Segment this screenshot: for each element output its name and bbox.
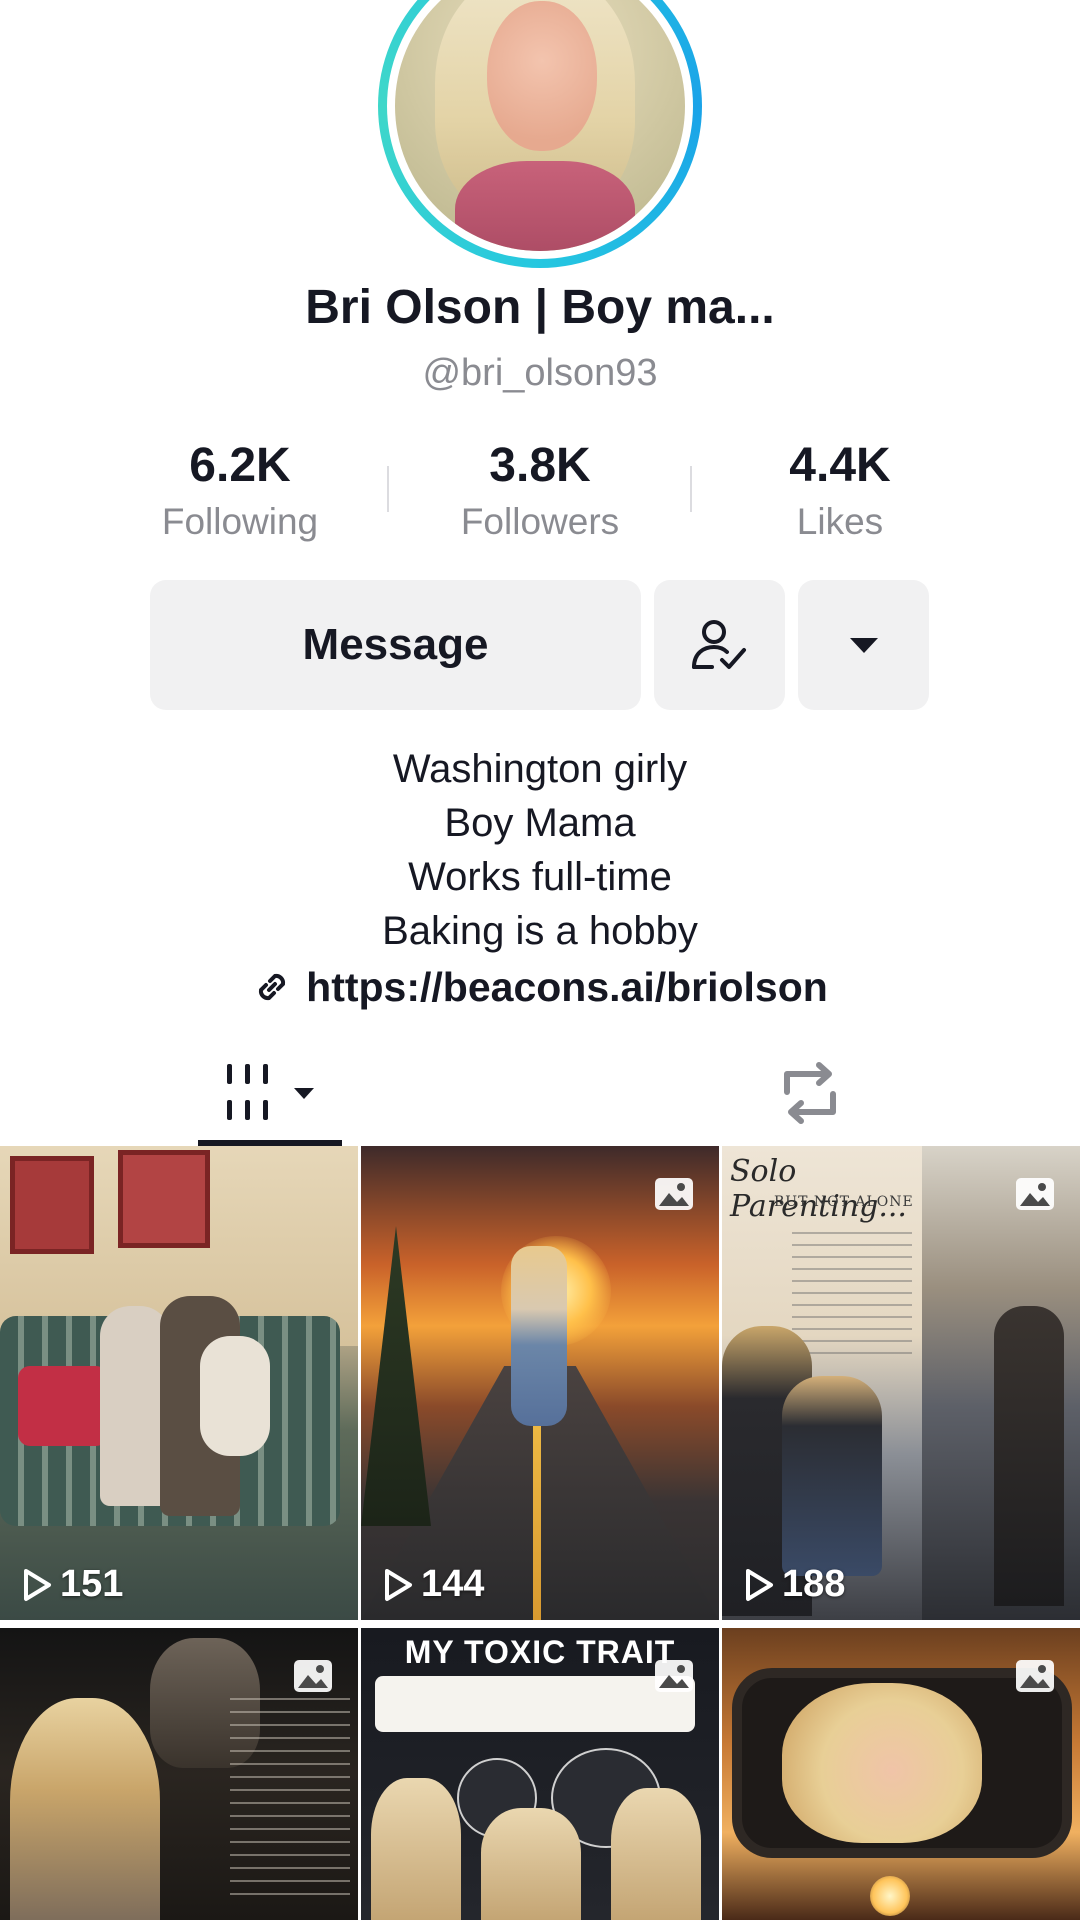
video-grid-icon <box>227 1064 268 1120</box>
caret-down-icon <box>849 638 878 653</box>
grid-item[interactable]: Solo Parenting... BUT NOT ALONE 188 <box>722 1146 1080 1620</box>
text-block <box>230 1698 350 1898</box>
tree <box>361 1226 431 1526</box>
bio-link-text: https://beacons.ai/briolson <box>306 964 828 1010</box>
photo-icon <box>655 1178 693 1210</box>
pillow <box>18 1366 108 1446</box>
tab-videos[interactable] <box>198 1040 342 1146</box>
play-icon <box>24 1568 51 1601</box>
child <box>200 1336 270 1456</box>
frame-decor <box>118 1150 210 1248</box>
followers-label: Followers <box>460 501 620 542</box>
tile-subtitle: BUT NOT ALONE <box>774 1194 914 1210</box>
grid-item[interactable] <box>0 1628 358 1920</box>
photo-icon <box>655 1660 693 1692</box>
grid-item[interactable]: 144 <box>361 1146 719 1620</box>
view-count: 144 <box>383 1563 484 1606</box>
followers-count: 3.8K <box>489 439 591 492</box>
display-name: Bri Olson | Boy ma... <box>305 281 775 334</box>
stat-divider <box>387 466 389 512</box>
bio-line: Boy Mama <box>444 801 636 845</box>
content-tabs <box>0 1040 1080 1146</box>
repost-icon <box>784 1062 836 1124</box>
view-count-text: 144 <box>421 1563 485 1605</box>
grid-item[interactable]: MY TOXIC TRAIT <box>361 1628 719 1920</box>
person <box>371 1778 461 1920</box>
view-count-text: 151 <box>60 1563 124 1605</box>
person <box>611 1788 701 1920</box>
stat-followers[interactable]: 3.8K Followers <box>420 438 660 548</box>
stat-divider <box>690 466 692 512</box>
bio-link[interactable]: https://beacons.ai/briolson <box>0 958 1080 1016</box>
tab-reposts[interactable] <box>748 1040 872 1146</box>
following-label: Following <box>161 501 319 542</box>
person-check-icon <box>691 620 746 669</box>
following-count: 6.2K <box>189 439 291 492</box>
photo-icon <box>294 1660 332 1692</box>
friends-button[interactable] <box>654 580 785 710</box>
stat-following[interactable]: 6.2K Following <box>120 438 360 548</box>
caret-down-icon <box>294 1088 314 1099</box>
likes-count: 4.4K <box>789 439 891 492</box>
profile-stats: 6.2K Following 3.8K Followers 4.4K Likes <box>0 438 1080 548</box>
grid-item[interactable]: 151 <box>0 1146 358 1620</box>
person <box>782 1683 982 1843</box>
tile-title: Solo Parenting... <box>730 1154 907 1224</box>
avatar[interactable] <box>378 0 702 268</box>
person <box>10 1698 160 1920</box>
view-count: 151 <box>22 1563 123 1606</box>
play-icon <box>746 1568 773 1601</box>
grid-item[interactable] <box>722 1628 1080 1920</box>
more-options-button[interactable] <box>798 580 929 710</box>
photo-icon <box>1016 1178 1054 1210</box>
username: @bri_olson93 <box>422 352 658 394</box>
person <box>511 1246 567 1426</box>
stat-likes[interactable]: 4.4K Likes <box>720 438 960 548</box>
person <box>481 1808 581 1920</box>
message-button[interactable]: Message <box>150 580 641 710</box>
play-icon <box>385 1568 412 1601</box>
sun <box>870 1876 910 1916</box>
avatar-photo <box>395 0 685 251</box>
child <box>782 1376 882 1576</box>
photo-icon <box>1016 1660 1054 1692</box>
avatar-frame <box>387 0 693 259</box>
text-block <box>792 1232 912 1362</box>
bio-line: Washington girly <box>392 747 688 791</box>
likes-label: Likes <box>796 501 884 542</box>
view-count: 188 <box>744 1563 845 1606</box>
bio-line: Baking is a hobby <box>382 909 698 953</box>
bio-line: Works full-time <box>408 855 672 899</box>
view-count-text: 188 <box>782 1563 846 1605</box>
person <box>994 1306 1064 1606</box>
bio: Washington girly Boy Mama Works full-tim… <box>0 742 1080 1016</box>
frame-decor <box>10 1156 94 1254</box>
video-grid: 151 144 Solo Parenting... BUT NOT ALONE <box>0 1146 1080 1920</box>
link-icon <box>259 973 286 1001</box>
caption-banner <box>375 1676 695 1732</box>
